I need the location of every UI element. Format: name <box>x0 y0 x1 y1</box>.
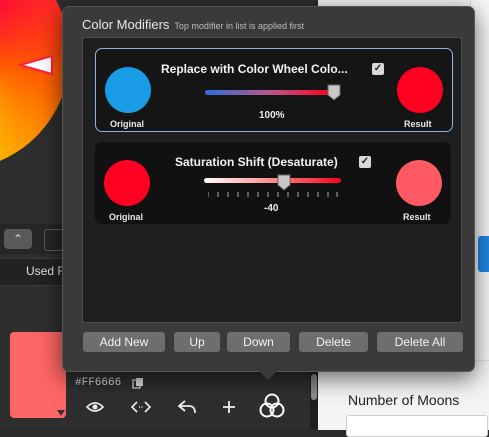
add-new-button[interactable]: Add New <box>83 332 165 352</box>
current-color-swatch[interactable] <box>10 332 66 418</box>
result-label: Result <box>403 212 431 222</box>
modifier-title: Saturation Shift (Desaturate) <box>175 155 338 169</box>
modifier-item-saturation-shift[interactable]: Original Saturation Shift (Desaturate) ✓… <box>95 142 451 224</box>
up-button[interactable]: Up <box>174 332 220 352</box>
number-of-moons-field[interactable] <box>346 415 488 437</box>
popover-title: Color Modifiers <box>82 17 170 32</box>
slider-thumb[interactable] <box>277 174 291 191</box>
enabled-checkbox[interactable]: ✓ <box>359 156 371 168</box>
result-color-swatch <box>397 67 443 113</box>
strength-slider[interactable] <box>205 90 333 95</box>
scrollbar-thumb[interactable] <box>311 374 317 400</box>
color-modifiers-popover: Color Modifiers Top modifier in list is a… <box>62 6 475 372</box>
color-wheel-gradient <box>0 0 70 170</box>
down-button[interactable]: Down <box>227 332 290 352</box>
slider-ticks <box>208 192 338 197</box>
swatch-menu-icon[interactable] <box>57 410 65 416</box>
popover-subtitle: Top modifier in list is applied first <box>174 21 304 31</box>
popover-arrow <box>256 368 280 380</box>
saturation-value: -40 <box>264 203 279 214</box>
result-color-swatch <box>396 160 442 206</box>
slider-thumb[interactable] <box>327 84 341 101</box>
modifier-title: Replace with Color Wheel Colo... <box>161 62 348 76</box>
eye-icon[interactable] <box>84 396 106 418</box>
undo-arrow-icon[interactable] <box>176 396 198 418</box>
used-colors-label: Used F <box>26 264 65 278</box>
modifier-item-replace-color[interactable]: Original Replace with Color Wheel Colo..… <box>95 48 453 132</box>
delete-all-button[interactable]: Delete All <box>377 332 463 352</box>
popover-title-row: Color Modifiers Top modifier in list is a… <box>82 17 304 32</box>
result-label: Result <box>404 119 432 129</box>
color-modifiers-icon[interactable] <box>258 392 286 420</box>
original-color-swatch <box>104 160 150 206</box>
add-icon[interactable] <box>218 396 240 418</box>
original-color-swatch <box>105 67 151 113</box>
color-wheel[interactable] <box>0 0 70 180</box>
original-label: Original <box>110 119 145 129</box>
bottom-toolbar <box>70 388 310 428</box>
strength-value: 100% <box>259 110 285 121</box>
enabled-checkbox[interactable]: ✓ <box>372 63 384 75</box>
stepper-control[interactable]: ⌃ <box>4 229 32 249</box>
delete-button[interactable]: Delete <box>299 332 368 352</box>
saturation-slider[interactable] <box>204 178 341 183</box>
code-arrows-icon[interactable] <box>130 396 152 418</box>
number-of-moons-label: Number of Moons <box>348 392 460 408</box>
modifier-list[interactable]: Original Replace with Color Wheel Colo..… <box>82 37 462 323</box>
original-label: Original <box>109 212 144 222</box>
wheel-pointer-icon[interactable] <box>18 54 54 76</box>
accent-button[interactable] <box>478 236 489 272</box>
